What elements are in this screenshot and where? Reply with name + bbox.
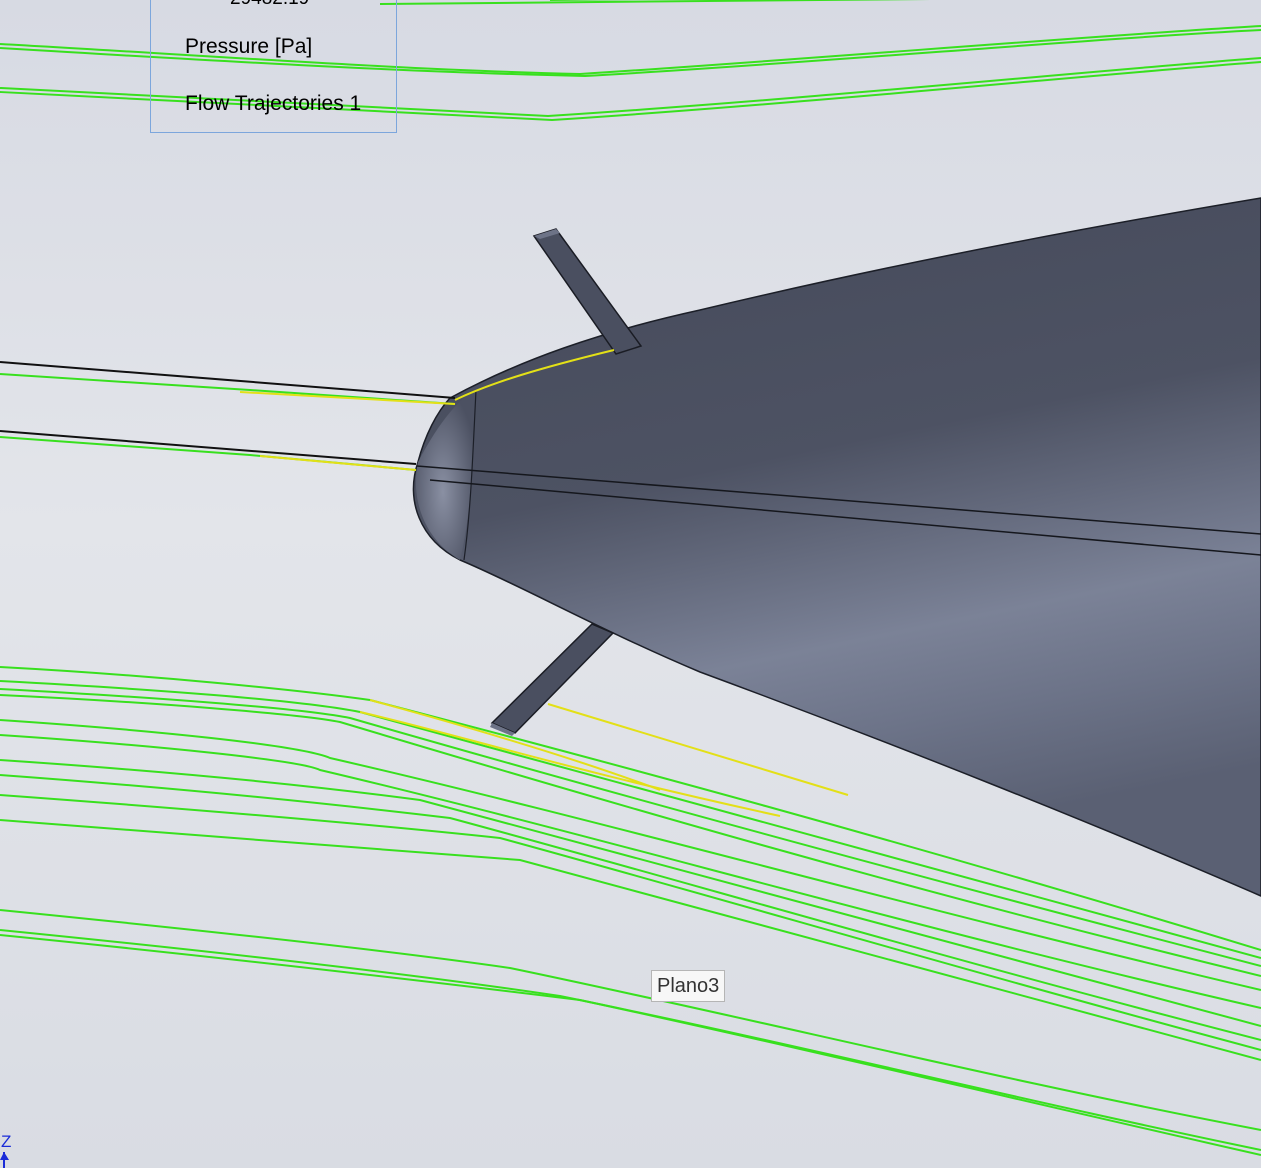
plane-label-tag[interactable]: Plano3: [651, 970, 726, 1002]
legend-pressure-label[interactable]: Pressure [Pa]: [185, 35, 312, 59]
legend-trajectories-label[interactable]: Flow Trajectories 1: [185, 92, 361, 116]
axis-triad-icon: [0, 1152, 9, 1168]
graphics-viewport[interactable]: 29482.19 Pressure [Pa] Flow Trajectories…: [0, 0, 1261, 1168]
triad-z-label: Z: [1, 1132, 12, 1151]
lower-fin[interactable]: [490, 623, 615, 736]
legend-max-value: 29482.19: [230, 0, 309, 10]
upper-fin[interactable]: [532, 228, 643, 355]
model-scene[interactable]: [0, 0, 1261, 1168]
